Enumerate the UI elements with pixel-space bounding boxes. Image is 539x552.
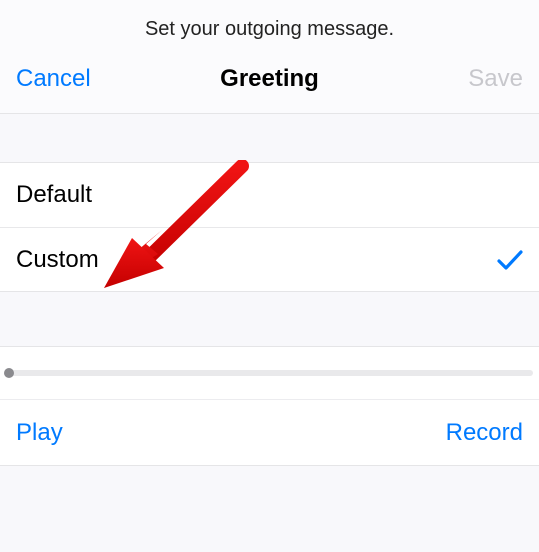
cancel-button[interactable]: Cancel	[16, 65, 106, 93]
section-gap	[0, 114, 539, 162]
option-custom-label: Custom	[16, 246, 99, 274]
section-gap	[0, 292, 539, 346]
option-default-label: Default	[16, 181, 92, 209]
checkmark-icon	[497, 247, 523, 273]
save-button[interactable]: Save	[433, 65, 523, 93]
playback-group: Play Record	[0, 346, 539, 466]
page-title: Greeting	[106, 65, 433, 93]
playback-actions: Play Record	[0, 399, 539, 465]
scrubber-track	[6, 370, 533, 376]
instruction-text: Set your outgoing message.	[0, 0, 539, 47]
greeting-options-group: Default Custom	[0, 162, 539, 292]
scrubber-thumb[interactable]	[4, 368, 14, 378]
playback-scrubber[interactable]	[0, 347, 539, 399]
header-area: Set your outgoing message. Cancel Greeti…	[0, 0, 539, 114]
option-custom[interactable]: Custom	[0, 227, 539, 291]
option-default[interactable]: Default	[0, 163, 539, 227]
record-button[interactable]: Record	[446, 419, 523, 447]
play-button[interactable]: Play	[16, 419, 63, 447]
navbar: Cancel Greeting Save	[0, 47, 539, 113]
